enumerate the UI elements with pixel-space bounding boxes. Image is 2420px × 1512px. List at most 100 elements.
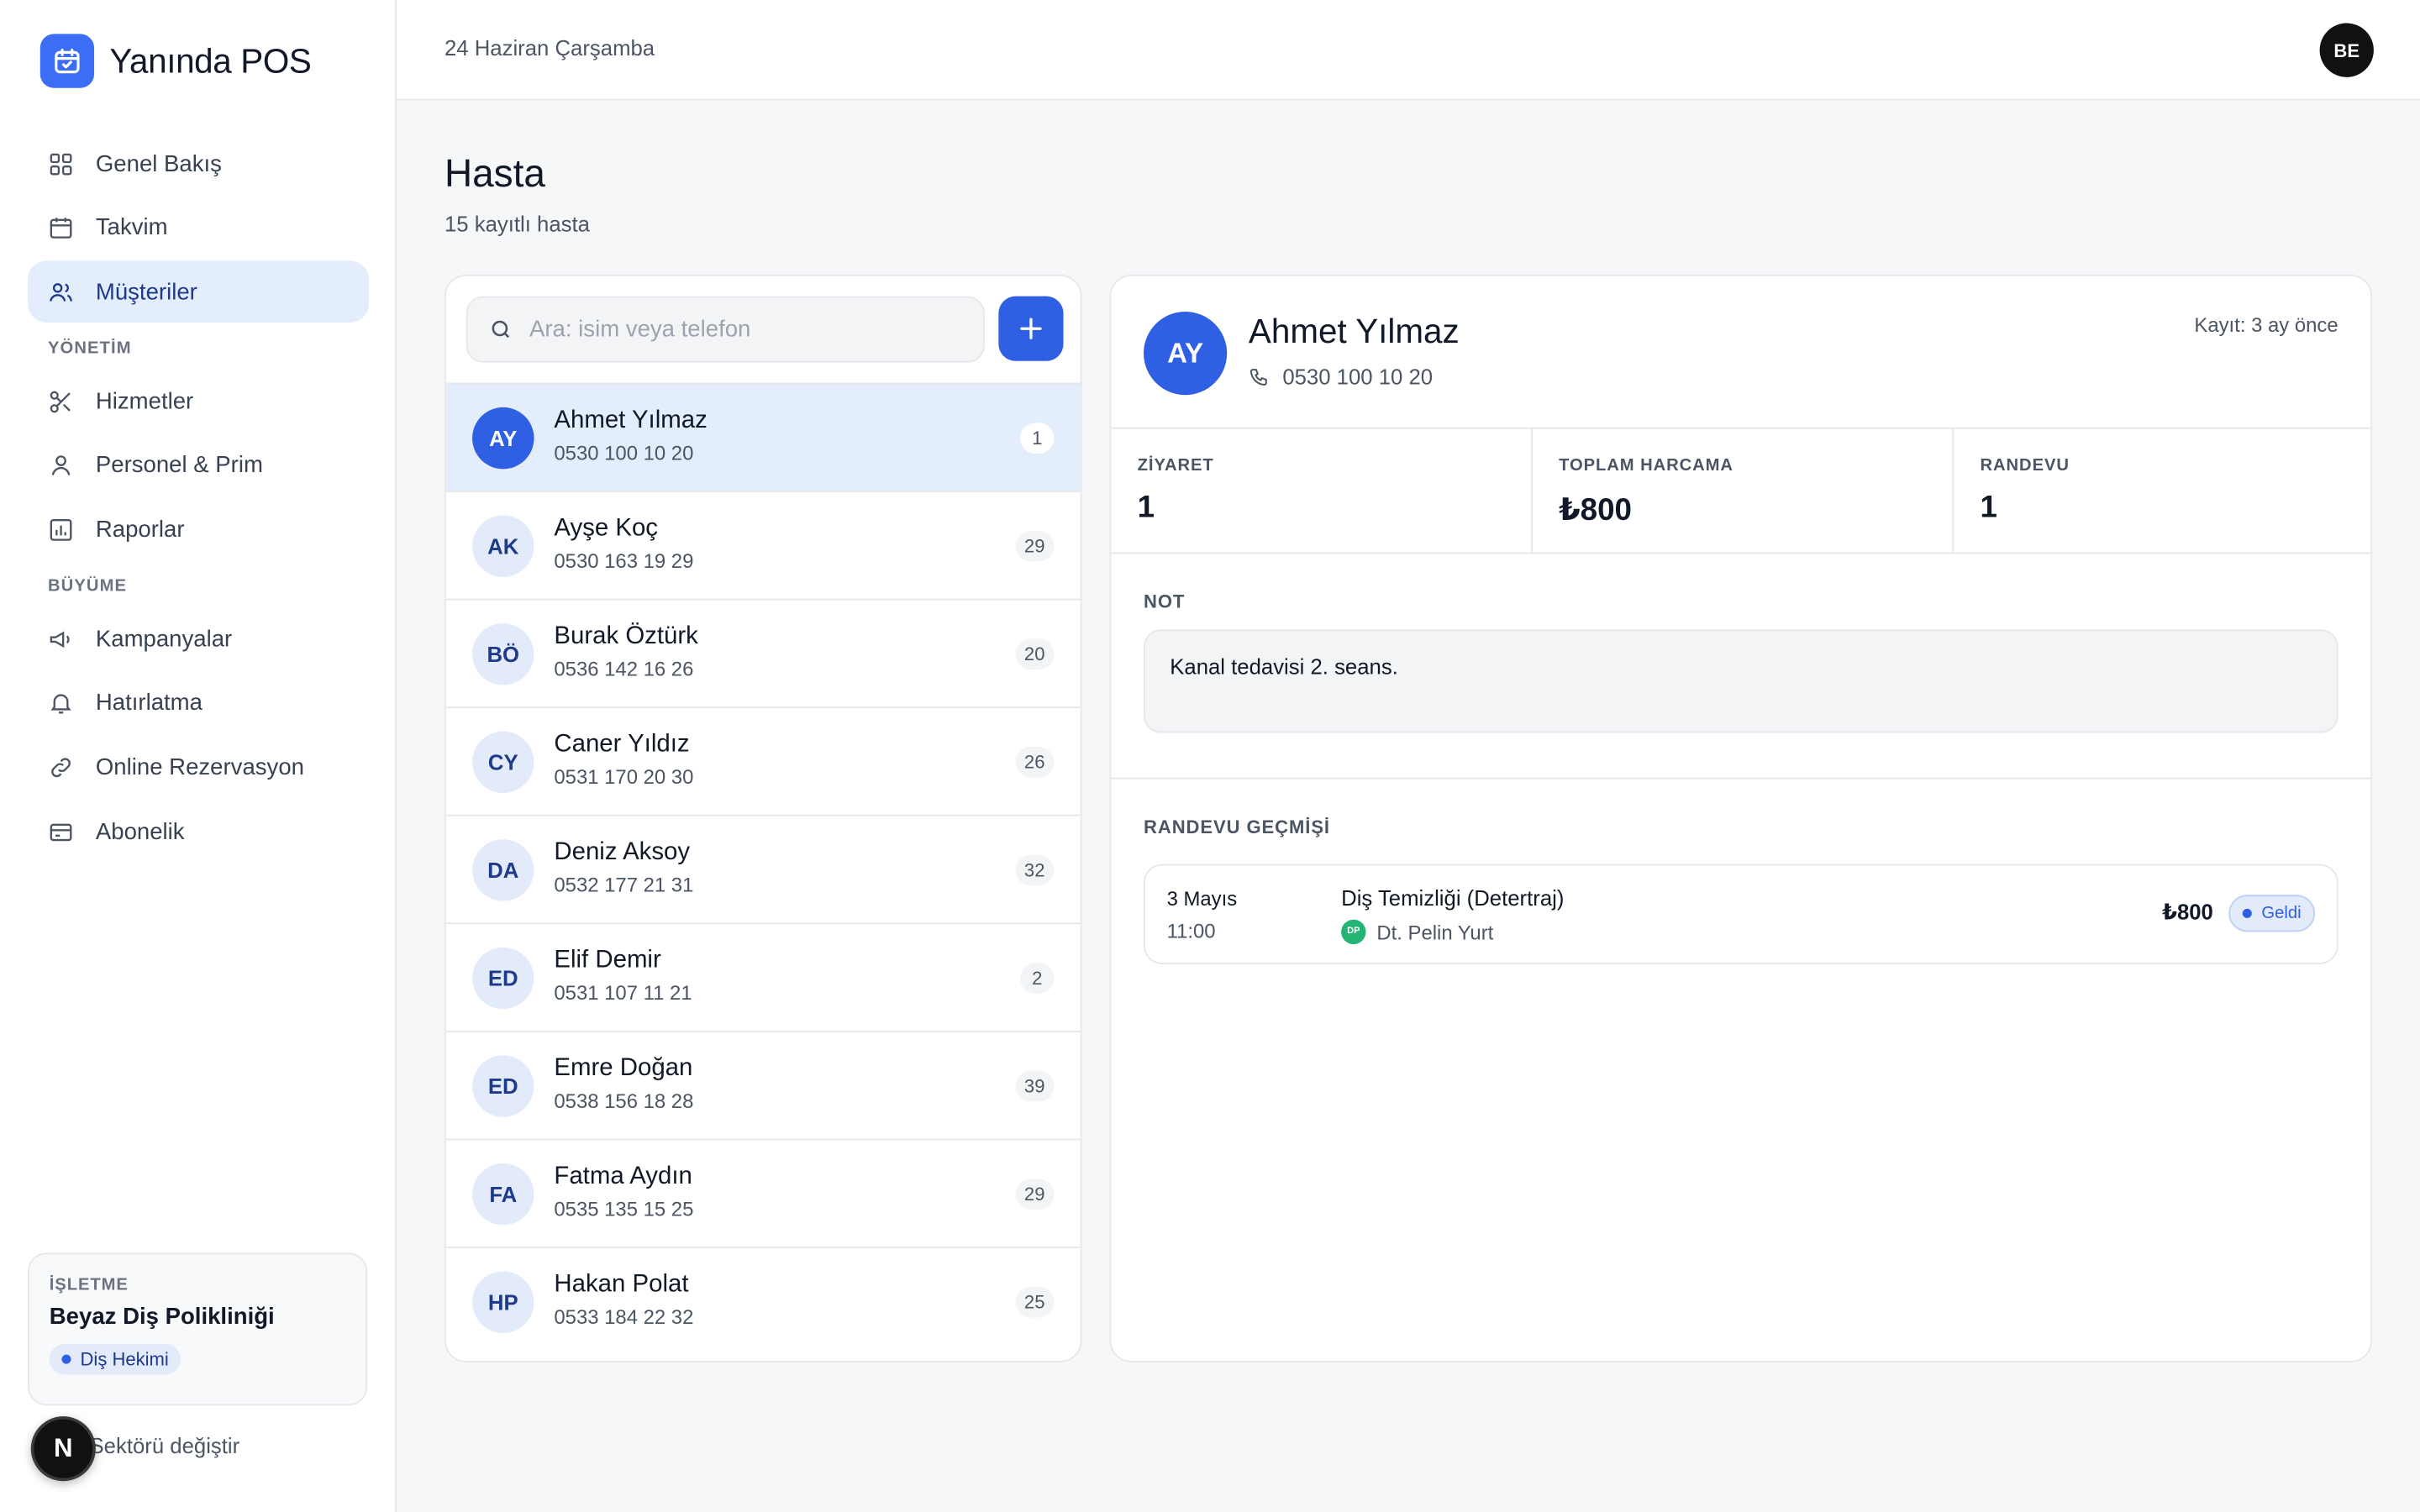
patient-phone: 0538 156 18 28 xyxy=(554,1089,694,1113)
detail-name: Ahmet Yılmaz xyxy=(1248,312,1460,350)
page-subtitle: 15 kayıtlı hasta xyxy=(444,211,590,237)
sidebar-item-label: Hatırlatma xyxy=(95,690,203,717)
megaphone-icon xyxy=(50,631,70,648)
user-icon xyxy=(51,455,71,476)
patient-phone: 0531 170 20 30 xyxy=(554,765,694,789)
sector-badge: Diş Hekimi xyxy=(49,1343,182,1375)
patient-name: Burak Öztürk xyxy=(554,623,698,650)
sidebar-item-reports[interactable]: Raporlar xyxy=(28,499,369,560)
patient-row[interactable]: AK Ayşe Koç 0530 163 19 29 29 xyxy=(445,491,1081,599)
patient-row[interactable]: CY Caner Yıldız 0531 170 20 30 26 xyxy=(445,706,1081,815)
search-icon xyxy=(492,320,510,339)
visit-count-badge: 29 xyxy=(1014,1179,1055,1210)
search-input[interactable] xyxy=(529,316,946,343)
patient-avatar: HP xyxy=(472,1271,534,1333)
patient-avatar: AY xyxy=(472,407,534,470)
calendar-icon xyxy=(50,218,72,239)
section-management: YÖNETİM xyxy=(47,339,132,359)
visit-count-badge: 39 xyxy=(1014,1070,1055,1102)
patient-detail-panel: AY Ahmet Yılmaz 0530 100 10 20 Kayıt: 3 … xyxy=(1109,274,2373,1362)
sidebar-item-label: Abonelik xyxy=(95,818,185,845)
search-box xyxy=(466,296,985,363)
sector-label: Diş Hekimi xyxy=(80,1348,169,1371)
status-dot-icon xyxy=(2243,908,2253,918)
link-icon xyxy=(51,758,71,778)
stat-visits: ZİYARET 1 xyxy=(1111,428,1533,553)
sector-switch-link[interactable]: Sektörü değiştir xyxy=(90,1433,240,1457)
patient-row[interactable]: DA Deniz Aksoy 0532 177 21 31 32 xyxy=(445,814,1081,923)
note-label: NOT xyxy=(1144,591,1186,613)
sidebar-item-label: Personel & Prim xyxy=(95,452,263,479)
stat-appointments: RANDEVU 1 xyxy=(1954,429,2370,553)
patient-list-panel: AY Ahmet Yılmaz 0530 100 10 20 1 AK Ayşe… xyxy=(444,274,1082,1362)
patient-name: Fatma Aydın xyxy=(554,1163,692,1190)
history-label: RANDEVU GEÇMİŞİ xyxy=(1144,816,1330,838)
scissors-icon xyxy=(50,391,71,412)
patient-name: Hakan Polat xyxy=(554,1271,689,1298)
stat-value: 1 xyxy=(1980,491,1997,525)
patient-row[interactable]: AY Ahmet Yılmaz 0530 100 10 20 1 xyxy=(445,382,1081,491)
patient-phone: 0530 100 10 20 xyxy=(554,441,694,465)
staff-name: Dt. Pelin Yurt xyxy=(1376,920,1494,944)
note-field[interactable]: Kanal tedavisi 2. seans. xyxy=(1144,629,2338,733)
patient-phone: 0536 142 16 26 xyxy=(554,657,694,681)
stat-label: TOPLAM HARCAMA xyxy=(1559,456,1733,475)
sidebar-item-label: Online Rezervasyon xyxy=(95,754,304,781)
visit-count-badge: 32 xyxy=(1014,854,1055,886)
user-avatar[interactable]: BE xyxy=(2319,23,2374,77)
staff-avatar: DP xyxy=(1341,919,1366,945)
patient-row[interactable]: BÖ Burak Öztürk 0536 142 16 26 20 xyxy=(445,598,1081,707)
sidebar-item-label: Müşteriler xyxy=(95,278,197,306)
sidebar-item-calendar[interactable]: Takvim xyxy=(28,197,369,258)
visit-count-badge: 2 xyxy=(1020,963,1055,994)
sidebar-item-campaigns[interactable]: Kampanyalar xyxy=(28,608,369,669)
visit-count-badge: 29 xyxy=(1014,530,1055,562)
registered-since: Kayıt: 3 ay önce xyxy=(2194,312,2338,337)
appointment-time: 11:00 xyxy=(1166,919,1216,943)
sidebar-item-reminders[interactable]: Hatırlatma xyxy=(28,673,369,734)
topbar: 24 Haziran Çarşamba BE xyxy=(397,0,2420,101)
current-date: 24 Haziran Çarşamba xyxy=(444,35,655,60)
sidebar-nav: Genel Bakış Takvim Müşteriler YÖNETİM Hi… xyxy=(28,133,369,865)
sidebar-item-subscription[interactable]: Abonelik xyxy=(28,801,369,863)
detail-phone-text: 0530 100 10 20 xyxy=(1282,364,1434,389)
patient-avatar: ED xyxy=(472,1055,534,1117)
patient-row[interactable]: FA Fatma Aydın 0535 135 15 25 29 xyxy=(445,1138,1081,1247)
patient-row[interactable]: ED Emre Doğan 0538 156 18 28 39 xyxy=(445,1030,1081,1139)
visit-count-badge: 20 xyxy=(1014,638,1055,670)
sidebar-item-overview[interactable]: Genel Bakış xyxy=(28,133,369,194)
add-patient-button[interactable] xyxy=(998,296,1064,361)
patient-name: Deniz Aksoy xyxy=(554,839,691,866)
patient-row[interactable]: ED Elif Demir 0531 107 11 21 2 xyxy=(445,922,1081,1031)
sidebar-item-staff[interactable]: Personel & Prim xyxy=(28,435,369,496)
detail-avatar: AY xyxy=(1144,312,1228,396)
patient-name: Elif Demir xyxy=(554,947,661,974)
stat-label: ZİYARET xyxy=(1137,456,1214,475)
brand[interactable]: Yanında POS xyxy=(39,34,312,88)
sector-dot-icon xyxy=(61,1354,71,1364)
sidebar-item-services[interactable]: Hizmetler xyxy=(28,370,369,432)
phone-icon xyxy=(1249,368,1267,386)
sidebar-item-online-booking[interactable]: Online Rezervasyon xyxy=(28,737,369,798)
appointment-card[interactable]: 3 Mayıs 11:00 Diş Temizliği (Detertraj) … xyxy=(1144,864,2338,964)
patient-name: Emre Doğan xyxy=(554,1055,693,1082)
dev-tools-button[interactable]: N xyxy=(30,1416,96,1482)
stat-value: 1 xyxy=(1137,491,1155,525)
brand-name: Yanında POS xyxy=(109,40,312,80)
stat-total-spend: TOPLAM HARCAMA ₺800 xyxy=(1533,428,1954,553)
sidebar-item-customers[interactable]: Müşteriler xyxy=(28,260,369,323)
detail-phone[interactable]: 0530 100 10 20 xyxy=(1249,364,1434,389)
patient-avatar: CY xyxy=(472,731,534,794)
page-title: Hasta xyxy=(444,152,545,197)
plus-icon xyxy=(1020,318,1042,339)
patient-phone: 0535 135 15 25 xyxy=(554,1197,694,1221)
divider xyxy=(1111,777,2371,780)
patient-avatar: DA xyxy=(472,839,534,901)
grid-icon xyxy=(50,152,72,175)
patient-avatar: AK xyxy=(472,515,534,577)
status-badge: Geldi xyxy=(2228,895,2316,932)
patient-row[interactable]: HP Hakan Polat 0533 184 22 32 25 xyxy=(445,1247,1081,1355)
bar-chart-icon xyxy=(50,518,72,541)
patient-name: Caner Yıldız xyxy=(554,731,690,758)
appointment-service: Diş Temizliği (Detertraj) xyxy=(1341,885,1565,911)
